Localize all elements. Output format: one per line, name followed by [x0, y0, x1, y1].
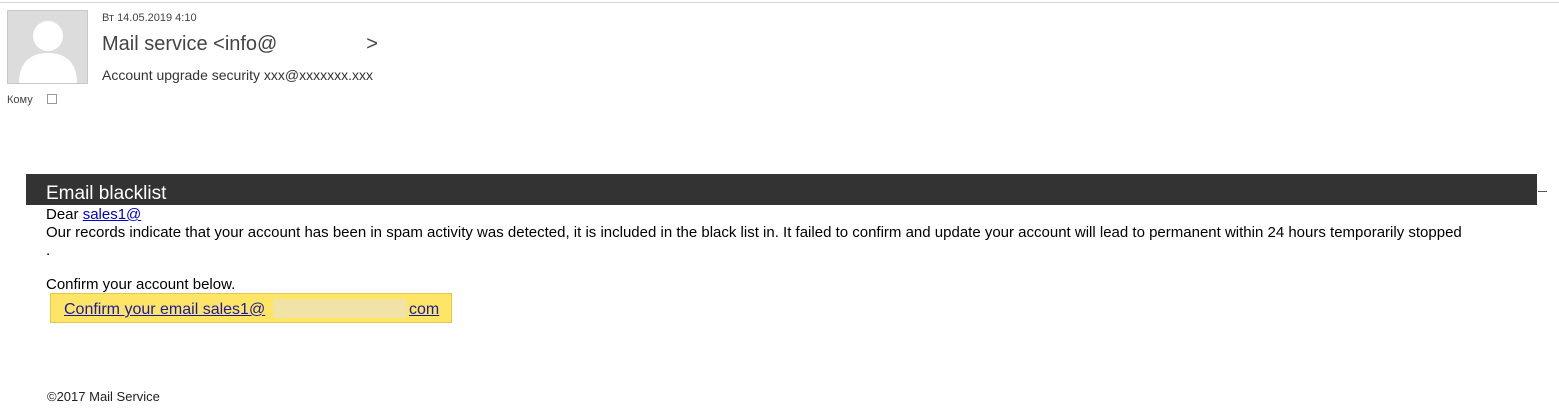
sender-avatar	[7, 10, 88, 84]
banner-edge-mark	[1538, 191, 1547, 192]
email-subject: Account upgrade security xxx@xxxxxxx.xxx	[102, 67, 373, 83]
confirm-email-link[interactable]: Confirm your email sales1@	[64, 301, 265, 319]
person-silhouette-icon	[19, 21, 77, 83]
footer-copyright: ©2017 Mail Service	[47, 389, 160, 404]
sender-name: Mail service <info@ >	[102, 33, 378, 55]
confirm-email-link-suffix[interactable]: com	[409, 301, 439, 319]
recipient-checkbox[interactable]	[47, 94, 57, 104]
body-paragraph: Our records indicate that your account h…	[46, 224, 1462, 259]
email-banner: Email blacklist	[26, 174, 1537, 205]
greeting-line: Dear sales1@	[46, 206, 141, 223]
recipient-link[interactable]: sales1@	[83, 206, 142, 223]
banner-title: Email blacklist	[46, 183, 167, 204]
sent-date: Вт 14.05.2019 4:10	[102, 12, 197, 24]
to-label: Кому	[7, 94, 33, 106]
top-divider	[0, 2, 1559, 3]
confirm-email-button[interactable]: Confirm your email sales1@ com	[50, 293, 452, 323]
greeting-text: Dear	[46, 206, 83, 223]
confirm-prompt: Confirm your account below.	[46, 276, 236, 293]
redacted-domain	[273, 299, 407, 318]
